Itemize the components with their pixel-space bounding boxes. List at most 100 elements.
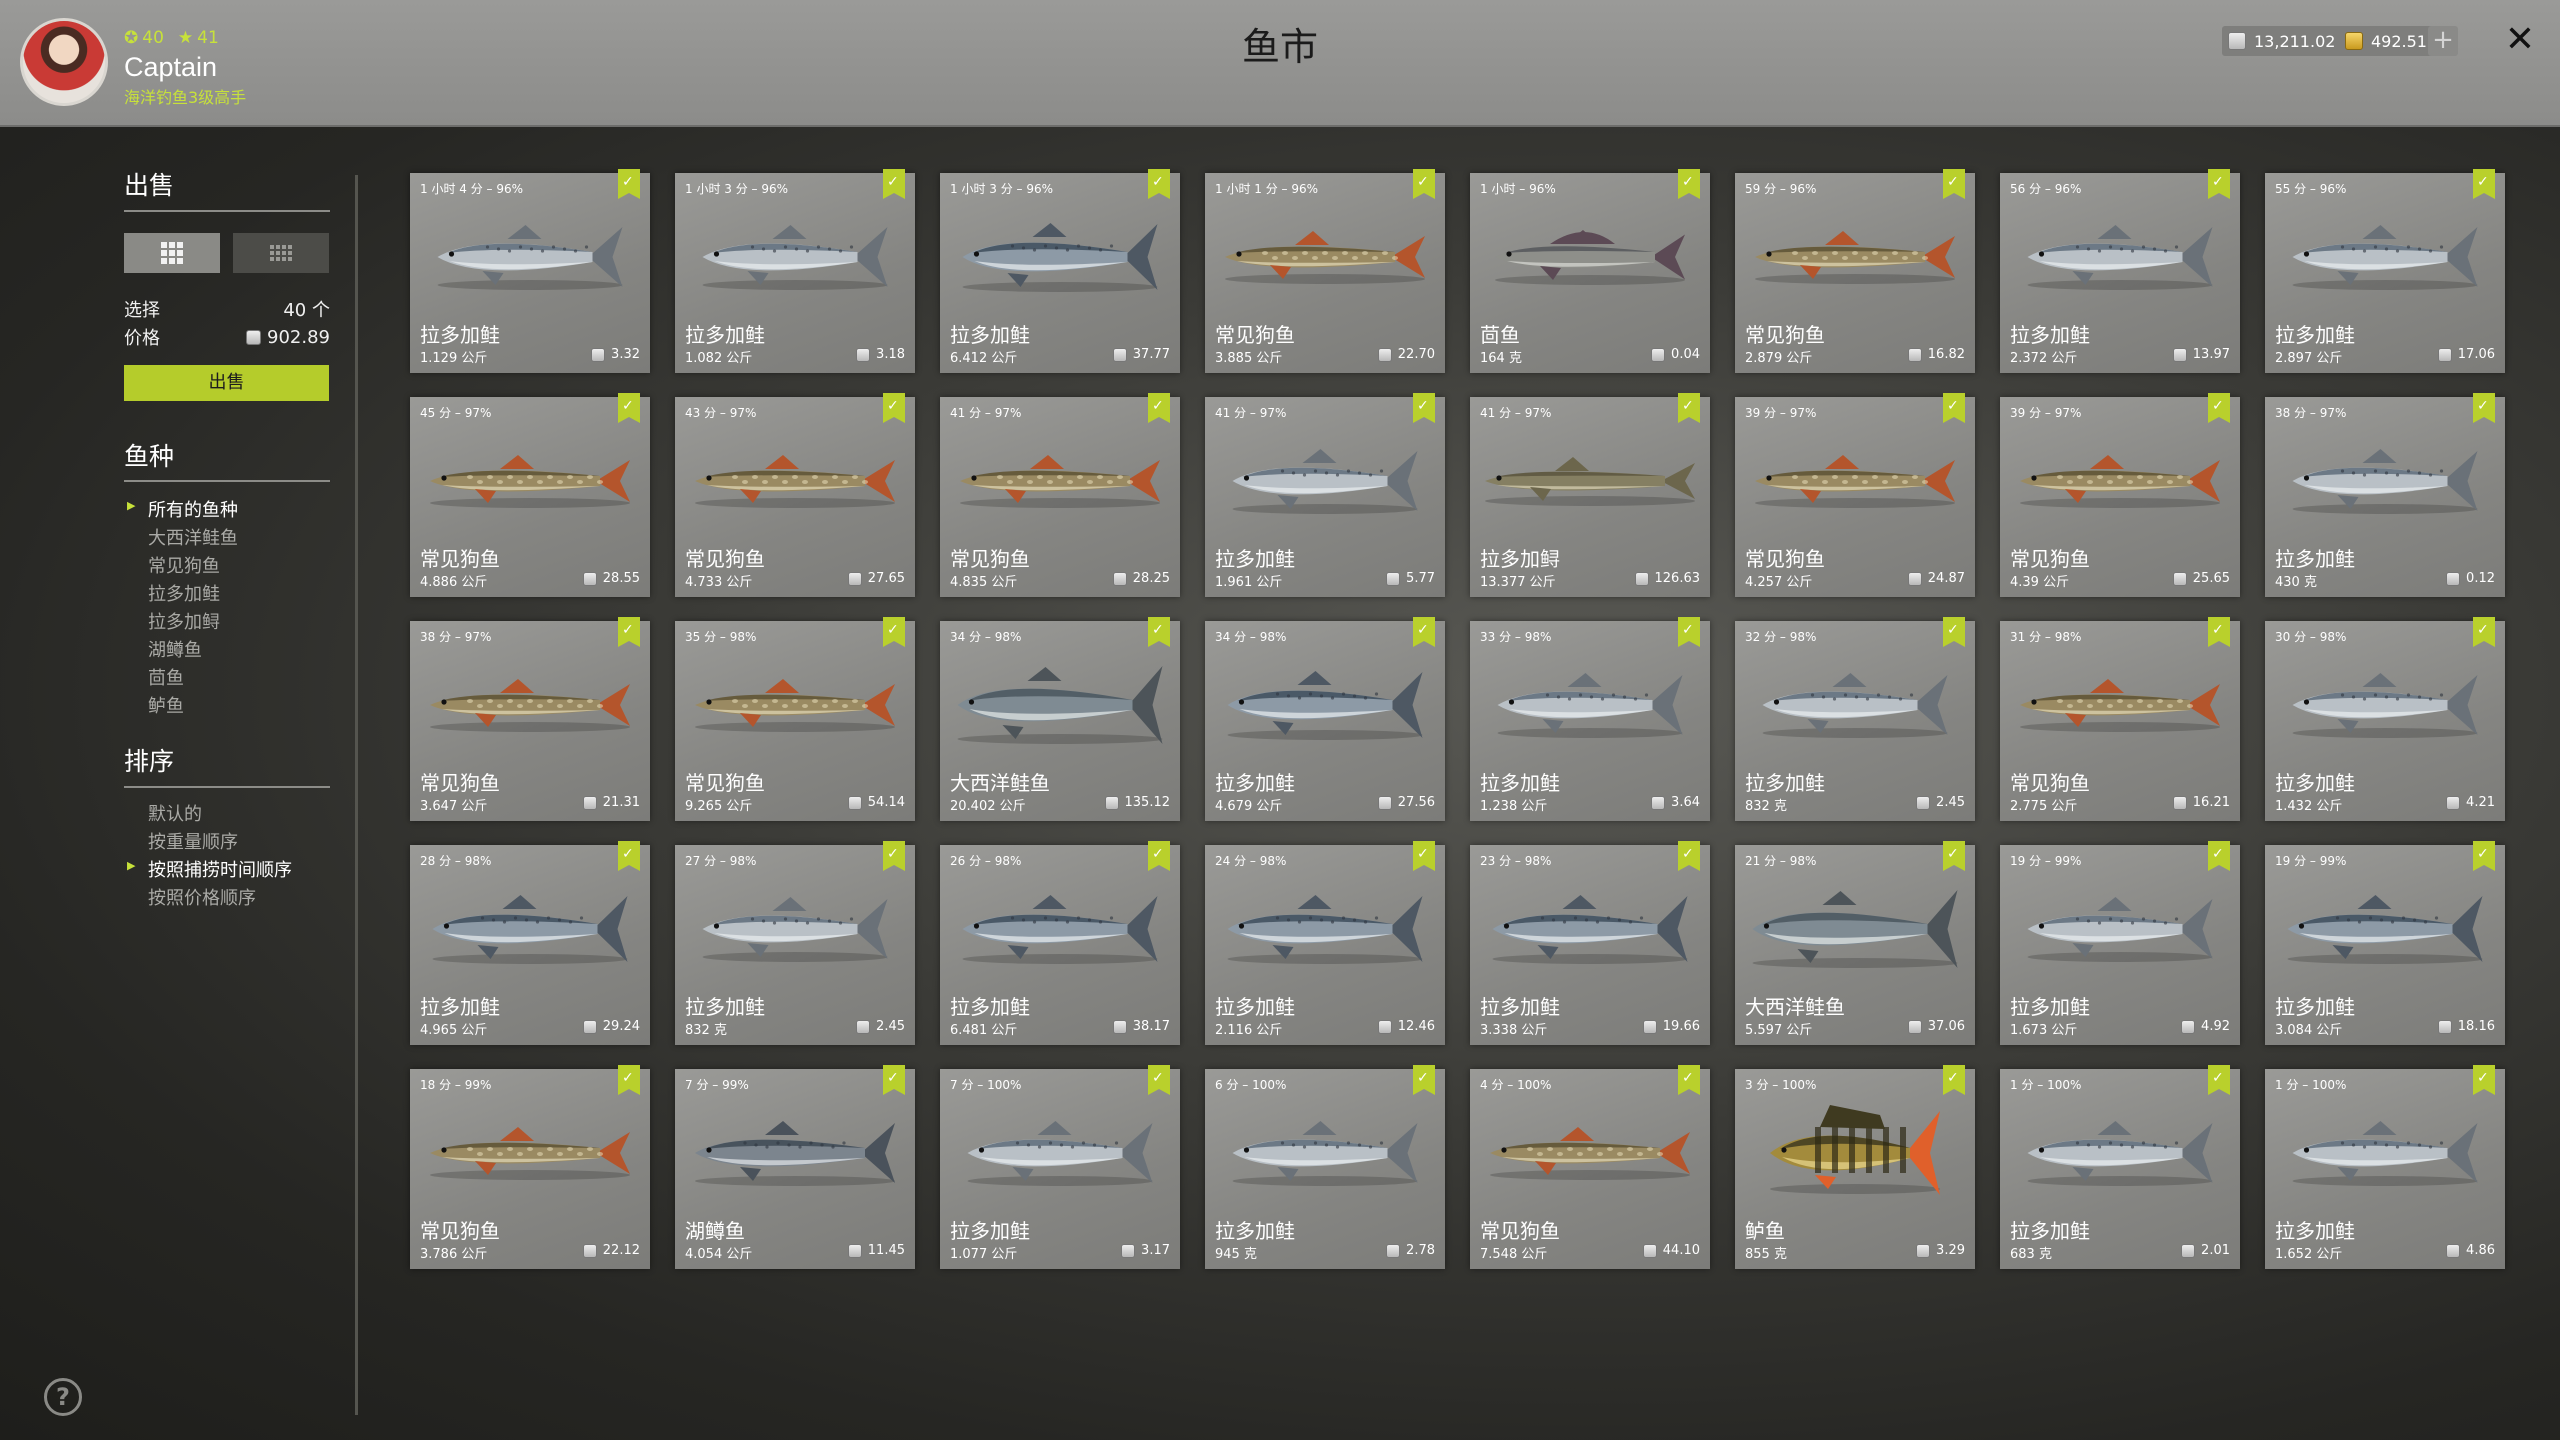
fish-card[interactable]: 21 分 – 98% 大西洋鲑鱼 5.597 公斤 37.06	[1735, 841, 1975, 1045]
fish-card[interactable]: 45 分 – 97% 常见狗鱼 4.886 公斤 28.55	[410, 393, 650, 597]
sort-option-3[interactable]: 按照价格顺序	[148, 884, 256, 910]
add-gold-button[interactable]: +	[2428, 26, 2458, 56]
selected-check-icon[interactable]	[1678, 169, 1700, 199]
species-filter-item-2[interactable]: 常见狗鱼	[148, 552, 220, 578]
fish-card[interactable]: 39 分 – 97% 常见狗鱼 4.257 公斤 24.87	[1735, 393, 1975, 597]
fish-card[interactable]: 43 分 – 97% 常见狗鱼 4.733 公斤 27.65	[675, 393, 915, 597]
selected-check-icon[interactable]	[618, 169, 640, 199]
close-button[interactable]: ✕	[2500, 20, 2540, 60]
fish-card[interactable]: 1 小时 3 分 – 96% 拉多加鲑 6.412 公斤 37.77	[940, 169, 1180, 373]
sort-option-2[interactable]: 按照捕捞时间顺序	[127, 856, 292, 882]
selected-check-icon[interactable]	[1678, 841, 1700, 871]
fish-card[interactable]: 7 分 – 100% 拉多加鲑 1.077 公斤 3.17	[940, 1065, 1180, 1269]
fish-card[interactable]: 59 分 – 96% 常见狗鱼 2.879 公斤 16.82	[1735, 169, 1975, 373]
selected-check-icon[interactable]	[2208, 169, 2230, 199]
selected-check-icon[interactable]	[2208, 1065, 2230, 1095]
fish-card[interactable]: 1 小时 – 96% 茴鱼 164 克 0.04	[1470, 169, 1710, 373]
species-filter-item-3[interactable]: 拉多加鲑	[148, 580, 220, 606]
species-filter-item-4[interactable]: 拉多加鲟	[148, 608, 220, 634]
selected-check-icon[interactable]	[1148, 1065, 1170, 1095]
selected-check-icon[interactable]	[1148, 841, 1170, 871]
fish-card[interactable]: 41 分 – 97% 常见狗鱼 4.835 公斤 28.25	[940, 393, 1180, 597]
fish-card[interactable]: 27 分 – 98% 拉多加鲑 832 克 2.45	[675, 841, 915, 1045]
fish-card[interactable]: 34 分 – 98% 拉多加鲑 4.679 公斤 27.56	[1205, 617, 1445, 821]
sort-option-1[interactable]: 按重量顺序	[148, 828, 238, 854]
fish-card[interactable]: 34 分 – 98% 大西洋鲑鱼 20.402 公斤 135.12	[940, 617, 1180, 821]
fish-card[interactable]: 19 分 – 99% 拉多加鲑 3.084 公斤 18.16	[2265, 841, 2505, 1045]
fish-card[interactable]: 39 分 – 97% 常见狗鱼 4.39 公斤 25.65	[2000, 393, 2240, 597]
fish-card[interactable]: 1 小时 1 分 – 96% 常见狗鱼 3.885 公斤 22.70	[1205, 169, 1445, 373]
selected-check-icon[interactable]	[1943, 841, 1965, 871]
selected-check-icon[interactable]	[1148, 393, 1170, 423]
price-value: 902.89	[267, 326, 330, 348]
selected-check-icon[interactable]	[883, 1065, 905, 1095]
selected-check-icon[interactable]	[1943, 393, 1965, 423]
fish-card[interactable]: 7 分 – 99% 湖鳟鱼 4.054 公斤 11.45	[675, 1065, 915, 1269]
selected-check-icon[interactable]	[883, 841, 905, 871]
selected-check-icon[interactable]	[2473, 617, 2495, 647]
large-grid-view-button[interactable]	[124, 233, 220, 273]
fish-card[interactable]: 41 分 – 97% 拉多加鲑 1.961 公斤 5.77	[1205, 393, 1445, 597]
help-button[interactable]: ?	[44, 1378, 82, 1416]
fish-card[interactable]: 4 分 – 100% 常见狗鱼 7.548 公斤 44.10	[1470, 1065, 1710, 1269]
selected-check-icon[interactable]	[1413, 1065, 1435, 1095]
selected-check-icon[interactable]	[1413, 841, 1435, 871]
selected-check-icon[interactable]	[1678, 617, 1700, 647]
fish-card[interactable]: 32 分 – 98% 拉多加鲑 832 克 2.45	[1735, 617, 1975, 821]
selected-check-icon[interactable]	[2473, 393, 2495, 423]
species-filter-item-5[interactable]: 湖鳟鱼	[148, 636, 202, 662]
small-grid-view-button[interactable]	[233, 233, 329, 273]
fish-card[interactable]: 19 分 – 99% 拉多加鲑 1.673 公斤 4.92	[2000, 841, 2240, 1045]
fish-card[interactable]: 1 分 – 100% 拉多加鲑 1.652 公斤 4.86	[2265, 1065, 2505, 1269]
selected-check-icon[interactable]	[618, 1065, 640, 1095]
fish-card[interactable]: 31 分 – 98% 常见狗鱼 2.775 公斤 16.21	[2000, 617, 2240, 821]
fish-card[interactable]: 1 小时 4 分 – 96% 拉多加鲑 1.129 公斤 3.32	[410, 169, 650, 373]
species-filter-item-6[interactable]: 茴鱼	[148, 664, 184, 690]
species-filter-item-1[interactable]: 大西洋鲑鱼	[148, 524, 238, 550]
selected-check-icon[interactable]	[2208, 617, 2230, 647]
selected-check-icon[interactable]	[1678, 1065, 1700, 1095]
selected-check-icon[interactable]	[1678, 393, 1700, 423]
fish-card[interactable]: 24 分 – 98% 拉多加鲑 2.116 公斤 12.46	[1205, 841, 1445, 1045]
fish-card[interactable]: 56 分 – 96% 拉多加鲑 2.372 公斤 13.97	[2000, 169, 2240, 373]
fish-card[interactable]: 38 分 – 97% 拉多加鲑 430 克 0.12	[2265, 393, 2505, 597]
fish-card[interactable]: 1 小时 3 分 – 96% 拉多加鲑 1.082 公斤 3.18	[675, 169, 915, 373]
fish-card[interactable]: 23 分 – 98% 拉多加鲑 3.338 公斤 19.66	[1470, 841, 1710, 1045]
selected-check-icon[interactable]	[1413, 169, 1435, 199]
sell-button[interactable]: 出售	[124, 365, 329, 401]
selected-check-icon[interactable]	[618, 393, 640, 423]
selected-check-icon[interactable]	[618, 841, 640, 871]
selected-check-icon[interactable]	[883, 169, 905, 199]
species-filter-item-7[interactable]: 鲈鱼	[148, 692, 184, 718]
fish-card[interactable]: 26 分 – 98% 拉多加鲑 6.481 公斤 38.17	[940, 841, 1180, 1045]
selected-check-icon[interactable]	[1148, 617, 1170, 647]
fish-name: 拉多加鲑	[2010, 1219, 2090, 1243]
fish-card[interactable]: 35 分 – 98% 常见狗鱼 9.265 公斤 54.14	[675, 617, 915, 821]
fish-card[interactable]: 38 分 – 97% 常见狗鱼 3.647 公斤 21.31	[410, 617, 650, 821]
selected-check-icon[interactable]	[1148, 169, 1170, 199]
selected-check-icon[interactable]	[1943, 1065, 1965, 1095]
selected-check-icon[interactable]	[2473, 169, 2495, 199]
selected-check-icon[interactable]	[2208, 841, 2230, 871]
fish-card[interactable]: 1 分 – 100% 拉多加鲑 683 克 2.01	[2000, 1065, 2240, 1269]
selected-check-icon[interactable]	[883, 393, 905, 423]
fish-card[interactable]: 28 分 – 98% 拉多加鲑 4.965 公斤 29.24	[410, 841, 650, 1045]
fish-card[interactable]: 3 分 – 100% 鲈鱼 855 克 3.29	[1735, 1065, 1975, 1269]
fish-card[interactable]: 30 分 – 98% 拉多加鲑 1.432 公斤 4.21	[2265, 617, 2505, 821]
selected-check-icon[interactable]	[883, 617, 905, 647]
species-filter-item-0[interactable]: 所有的鱼种	[127, 496, 238, 522]
selected-check-icon[interactable]	[2208, 393, 2230, 423]
fish-card[interactable]: 6 分 – 100% 拉多加鲑 945 克 2.78	[1205, 1065, 1445, 1269]
selected-check-icon[interactable]	[1943, 169, 1965, 199]
sort-option-0[interactable]: 默认的	[148, 800, 202, 826]
selected-check-icon[interactable]	[1943, 617, 1965, 647]
fish-card[interactable]: 18 分 – 99% 常见狗鱼 3.786 公斤 22.12	[410, 1065, 650, 1269]
selected-check-icon[interactable]	[618, 617, 640, 647]
selected-check-icon[interactable]	[2473, 841, 2495, 871]
fish-card[interactable]: 55 分 – 96% 拉多加鲑 2.897 公斤 17.06	[2265, 169, 2505, 373]
selected-check-icon[interactable]	[1413, 617, 1435, 647]
fish-card[interactable]: 41 分 – 97% 拉多加鲟 13.377 公斤 126.63	[1470, 393, 1710, 597]
selected-check-icon[interactable]	[2473, 1065, 2495, 1095]
selected-check-icon[interactable]	[1413, 393, 1435, 423]
fish-card[interactable]: 33 分 – 98% 拉多加鲑 1.238 公斤 3.64	[1470, 617, 1710, 821]
